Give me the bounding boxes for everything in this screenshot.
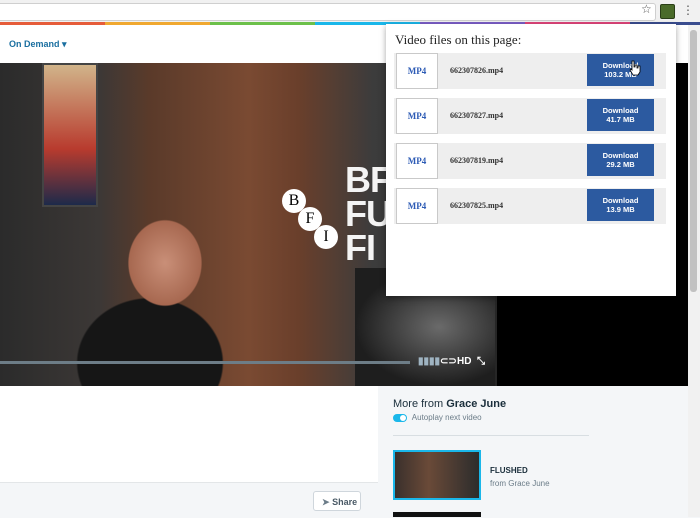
video-title[interactable]: FLUSHED <box>490 466 528 475</box>
share-button[interactable]: ➤ Share <box>313 491 361 511</box>
file-name: 662307825.mp4 <box>450 201 504 210</box>
next-video-thumbnail[interactable] <box>393 512 481 517</box>
video-author: from Grace June <box>490 479 550 488</box>
download-button[interactable]: Download 13.9 MB <box>587 189 654 221</box>
file-size: 13.9 MB <box>606 205 635 214</box>
mp4-format-badge: MP4 <box>396 143 438 179</box>
volume-icon[interactable]: ▮▮▮▮ <box>418 356 440 367</box>
video-file-row: MP4 662307819.mp4 Download 29.2 MB <box>394 143 666 179</box>
autoplay-toggle[interactable] <box>393 413 407 422</box>
more-from-creator[interactable]: Grace June <box>446 398 506 410</box>
address-bar[interactable] <box>0 3 656 21</box>
fullscreen-icon[interactable]: ⤡ <box>477 356 485 367</box>
file-size: 29.2 MB <box>606 160 635 169</box>
download-label: Download <box>602 106 639 115</box>
more-from-heading: More from Grace June <box>393 398 506 410</box>
paper-plane-icon: ➤ <box>322 497 330 507</box>
file-size: 41.7 MB <box>606 115 635 124</box>
bfi-logo: B F I <box>282 189 340 249</box>
autoplay-row: Autoplay next video <box>393 413 482 422</box>
player-controls: ▮▮▮▮ ⊂⊃ HD ⤡ <box>0 356 497 386</box>
file-name: 662307827.mp4 <box>450 111 504 120</box>
wall-poster <box>42 63 98 207</box>
browser-menu-icon[interactable]: ⋮ <box>682 3 694 17</box>
download-button[interactable]: Download 29.2 MB <box>587 144 654 176</box>
video-file-row: MP4 662307826.mp4 Download 103.2 MB <box>394 53 666 89</box>
hand-cursor-icon <box>629 60 641 76</box>
bfi-logo-letter: I <box>314 225 338 249</box>
bookmark-star-icon[interactable]: ☆ <box>641 2 652 16</box>
popup-title: Video files on this page: <box>395 32 522 47</box>
scrollbar-thumb[interactable] <box>690 30 697 292</box>
mp4-format-badge: MP4 <box>396 98 438 134</box>
progress-bar[interactable] <box>0 361 410 364</box>
more-from-prefix: More from <box>393 398 444 410</box>
download-label: Download <box>602 151 639 160</box>
download-label: Download <box>602 61 639 70</box>
download-label: Download <box>602 196 639 205</box>
captions-icon[interactable]: ⊂⊃ <box>440 356 457 367</box>
video-file-row: MP4 662307827.mp4 Download 41.7 MB <box>394 98 666 134</box>
download-button[interactable]: Download 103.2 MB <box>587 54 654 86</box>
hd-toggle[interactable]: HD <box>457 356 471 367</box>
browser-toolbar: ☆ ⋮ <box>0 0 700 23</box>
file-name: 662307819.mp4 <box>450 156 504 165</box>
file-size: 103.2 MB <box>604 70 637 79</box>
autoplay-label: Autoplay next video <box>411 413 482 422</box>
mp4-format-badge: MP4 <box>396 53 438 89</box>
video-thumbnail[interactable] <box>393 450 481 500</box>
mp4-format-badge: MP4 <box>396 188 438 224</box>
divider <box>393 435 589 436</box>
share-label: Share <box>332 497 358 507</box>
on-demand-menu[interactable]: On Demand ▾ <box>9 39 67 50</box>
download-button[interactable]: Download 41.7 MB <box>587 99 654 131</box>
extension-icon[interactable] <box>660 4 675 19</box>
video-file-row: MP4 662307825.mp4 Download 13.9 MB <box>394 188 666 224</box>
file-name: 662307826.mp4 <box>450 66 504 75</box>
